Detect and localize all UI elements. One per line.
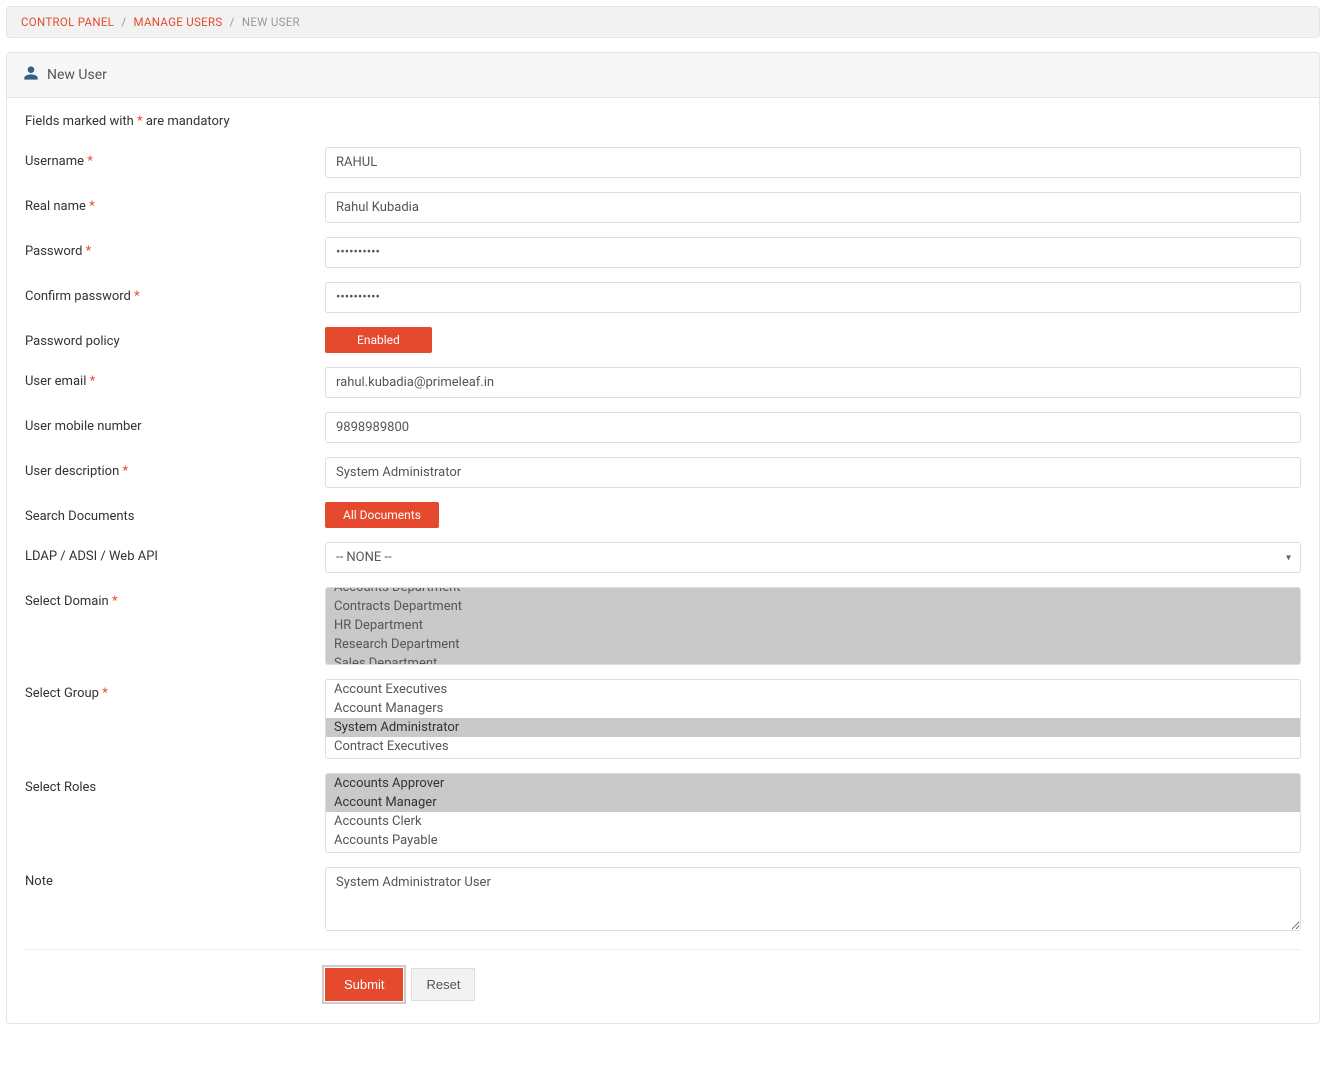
breadcrumb: CONTROL PANEL / MANAGE USERS / NEW USER — [6, 6, 1320, 38]
new-user-panel: New User Fields marked with * are mandat… — [6, 52, 1320, 1024]
group-option[interactable]: Account Executives — [326, 680, 1300, 699]
password-input[interactable] — [325, 237, 1301, 268]
username-input[interactable] — [325, 147, 1301, 178]
panel-header: New User — [7, 53, 1319, 98]
realname-input[interactable] — [325, 192, 1301, 223]
breadcrumb-item-manage-users[interactable]: MANAGE USERS — [134, 15, 223, 29]
domain-option[interactable]: Research Department — [326, 635, 1300, 654]
label-description: User description * — [25, 457, 325, 479]
label-email: User email * — [25, 367, 325, 389]
domain-multiselect[interactable]: Accounts DepartmentContracts DepartmentH… — [325, 587, 1301, 665]
ldap-select[interactable]: -- NONE -- — [325, 542, 1301, 573]
breadcrumb-item-new-user: NEW USER — [242, 15, 300, 29]
password-policy-toggle[interactable]: Enabled — [325, 327, 432, 353]
reset-button[interactable]: Reset — [411, 968, 475, 1001]
group-option[interactable]: Contract Executives — [326, 737, 1300, 756]
submit-button[interactable]: Submit — [325, 968, 403, 1001]
label-password-policy: Password policy — [25, 327, 325, 349]
note-textarea[interactable]: System Administrator User — [325, 867, 1301, 931]
label-mobile: User mobile number — [25, 412, 325, 434]
group-multiselect[interactable]: Account ExecutivesAccount ManagersSystem… — [325, 679, 1301, 759]
label-search-documents: Search Documents — [25, 502, 325, 524]
confirm-password-input[interactable] — [325, 282, 1301, 313]
group-option[interactable]: System Administrator — [326, 718, 1300, 737]
label-select-domain: Select Domain * — [25, 587, 325, 609]
mandatory-note: Fields marked with * are mandatory — [25, 114, 1301, 129]
user-icon — [23, 65, 39, 85]
search-documents-toggle[interactable]: All Documents — [325, 502, 439, 528]
description-input[interactable] — [325, 457, 1301, 488]
domain-option[interactable]: HR Department — [326, 616, 1300, 635]
roles-option[interactable]: Accounts Approver — [326, 774, 1300, 793]
domain-option[interactable]: Accounts Department — [326, 587, 1300, 597]
domain-option[interactable]: Contracts Department — [326, 597, 1300, 616]
label-confirm-password: Confirm password * — [25, 282, 325, 304]
breadcrumb-item-control-panel[interactable]: CONTROL PANEL — [21, 15, 114, 29]
roles-option[interactable]: Accounts Clerk — [326, 812, 1300, 831]
label-realname: Real name * — [25, 192, 325, 214]
panel-title: New User — [47, 67, 107, 83]
breadcrumb-separator: / — [121, 15, 126, 29]
email-input[interactable] — [325, 367, 1301, 398]
label-note: Note — [25, 867, 325, 889]
label-username: Username * — [25, 147, 325, 169]
roles-option[interactable]: Accounts Payable — [326, 831, 1300, 850]
roles-option[interactable]: Account Manager — [326, 793, 1300, 812]
label-select-group: Select Group * — [25, 679, 325, 701]
label-select-roles: Select Roles — [25, 773, 325, 795]
label-ldap: LDAP / ADSI / Web API — [25, 542, 325, 564]
breadcrumb-separator: / — [230, 15, 235, 29]
mobile-input[interactable] — [325, 412, 1301, 443]
domain-option[interactable]: Sales Department — [326, 654, 1300, 665]
roles-multiselect[interactable]: Accounts ApproverAccount ManagerAccounts… — [325, 773, 1301, 853]
group-option[interactable]: Account Managers — [326, 699, 1300, 718]
label-password: Password * — [25, 237, 325, 259]
